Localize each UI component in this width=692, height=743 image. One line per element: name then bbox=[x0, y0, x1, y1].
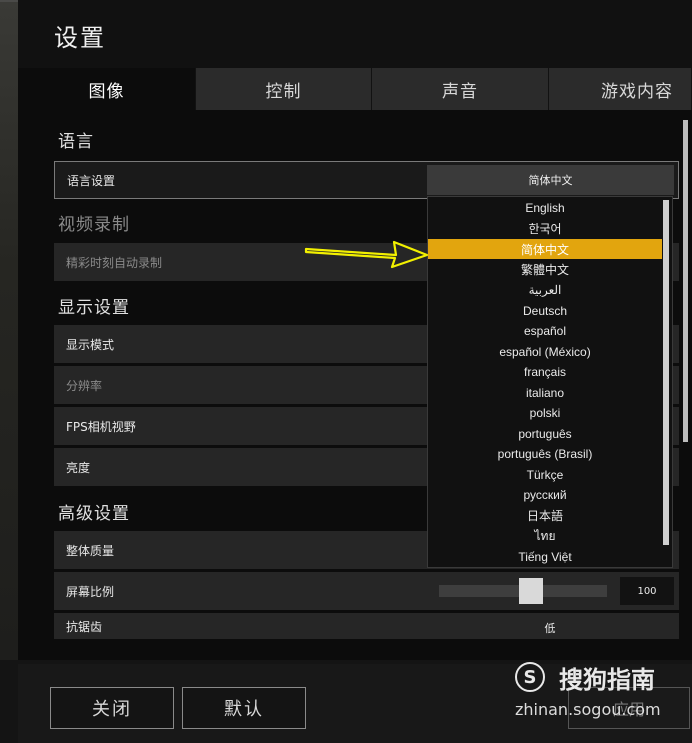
page-title: 设置 bbox=[54, 24, 106, 52]
tab-sound[interactable]: 声音 bbox=[372, 68, 549, 110]
close-button[interactable]: 关闭 bbox=[50, 687, 174, 729]
language-option[interactable]: português (Brasil) bbox=[428, 444, 662, 464]
dropdown-scrollbar[interactable] bbox=[663, 200, 669, 545]
tab-graphics[interactable]: 图像 bbox=[18, 68, 196, 110]
section-advanced: 高级设置 bbox=[58, 504, 130, 524]
default-button[interactable]: 默认 bbox=[182, 687, 306, 729]
language-option[interactable]: English bbox=[428, 198, 662, 218]
language-option[interactable]: Türkçe bbox=[428, 465, 662, 485]
row-label: 显示模式 bbox=[66, 337, 115, 352]
section-video-record: 视频录制 bbox=[58, 215, 130, 235]
language-option[interactable]: 简体中文 bbox=[428, 239, 662, 259]
tab-game-content[interactable]: 游戏内容 bbox=[549, 68, 692, 110]
language-option[interactable]: ไทย bbox=[428, 526, 662, 546]
row-label: 精彩时刻自动录制 bbox=[66, 255, 163, 270]
language-dropdown-list: English 한국어 简体中文 繁體中文 العربية Deutsch español e… bbox=[427, 196, 673, 568]
watermark-url: zhinan.sogou.com bbox=[515, 700, 661, 719]
language-option[interactable]: 한국어 bbox=[428, 219, 662, 239]
row-label: 屏幕比例 bbox=[66, 584, 115, 599]
screen-scale-slider-thumb[interactable] bbox=[519, 578, 544, 604]
row-label: FPS相机视野 bbox=[66, 419, 136, 434]
language-option[interactable]: Tiếng Việt bbox=[428, 547, 662, 567]
antialiasing-value[interactable]: 低 bbox=[520, 620, 580, 636]
language-option[interactable]: العربية bbox=[428, 280, 662, 300]
language-option[interactable]: 繁體中文 bbox=[428, 260, 662, 280]
language-option[interactable]: español bbox=[428, 321, 662, 341]
background-scene bbox=[0, 0, 20, 660]
row-label: 亮度 bbox=[66, 460, 91, 475]
row-label: 整体质量 bbox=[66, 543, 115, 558]
language-option[interactable]: español (México) bbox=[428, 342, 662, 362]
tab-controls[interactable]: 控制 bbox=[196, 68, 372, 110]
language-option[interactable]: Deutsch bbox=[428, 301, 662, 321]
yellow-arrow-icon bbox=[304, 240, 429, 269]
language-option[interactable]: português bbox=[428, 424, 662, 444]
watermark-brand: 搜狗指南 bbox=[559, 666, 655, 694]
title-bar: 设置 bbox=[18, 0, 692, 68]
main-scrollbar[interactable] bbox=[683, 120, 688, 442]
language-option[interactable]: polski bbox=[428, 403, 662, 423]
section-display: 显示设置 bbox=[58, 298, 130, 318]
row-antialiasing[interactable]: 抗锯齿 bbox=[54, 613, 679, 639]
screen-scale-value[interactable]: 100 bbox=[620, 577, 674, 605]
sogou-logo-icon: S bbox=[515, 662, 545, 692]
language-option[interactable]: 日本語 bbox=[428, 506, 662, 526]
language-option[interactable]: русский bbox=[428, 485, 662, 505]
section-language: 语言 bbox=[58, 132, 94, 152]
tab-bar: 图像 控制 声音 游戏内容 bbox=[18, 68, 692, 110]
row-label: 语言设置 bbox=[67, 173, 116, 188]
language-option[interactable]: italiano bbox=[428, 383, 662, 403]
language-option[interactable]: français bbox=[428, 362, 662, 382]
row-label: 抗锯齿 bbox=[66, 619, 103, 634]
language-select[interactable]: 简体中文 bbox=[427, 165, 674, 195]
row-label: 分辨率 bbox=[66, 378, 103, 393]
